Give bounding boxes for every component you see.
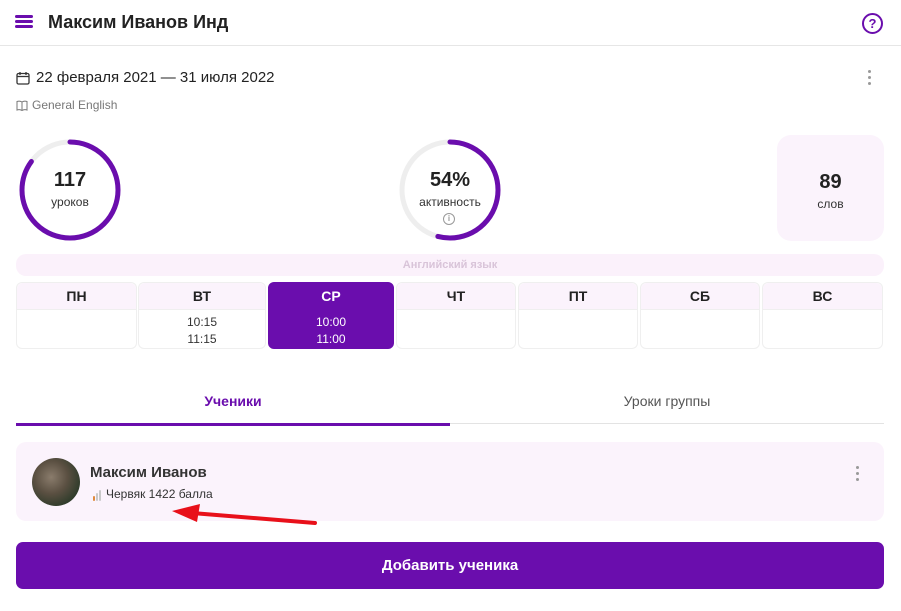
rank-level-icon	[93, 490, 101, 501]
day-label: СБ	[641, 283, 759, 310]
lesson-end-time: 11:15	[187, 332, 217, 346]
student-name: Максим Иванов	[90, 464, 207, 481]
course-name-text: General English	[32, 98, 118, 112]
day-sun[interactable]: ВС	[762, 282, 883, 349]
calendar-icon	[16, 71, 30, 85]
day-fri[interactable]: ПТ	[518, 282, 638, 349]
lessons-label: уроков	[51, 195, 89, 209]
lessons-count: 117	[53, 169, 87, 191]
course-name: General English	[16, 98, 117, 112]
activity-percent: 54%	[429, 169, 471, 191]
add-student-button[interactable]: Добавить ученика	[16, 542, 884, 589]
activity-stat: 54% активность i	[397, 137, 503, 243]
annotation-arrow	[172, 504, 317, 525]
date-range-text: 22 февраля 2021 — 31 июля 2022	[36, 69, 275, 86]
tab-students[interactable]: Ученики	[16, 380, 450, 426]
lesson-start-time: 10:00	[315, 315, 347, 329]
student-rank: Червяк 1422 балла	[93, 487, 213, 501]
info-icon[interactable]: i	[443, 213, 455, 225]
date-range: 22 февраля 2021 — 31 июля 2022	[16, 69, 275, 86]
day-label: ПТ	[519, 283, 637, 310]
day-label: ВТ	[139, 283, 265, 310]
day-label: ВС	[763, 283, 882, 310]
day-label: ЧТ	[397, 283, 515, 310]
lesson-start-time: 10:15	[186, 315, 218, 329]
menu-icon[interactable]	[15, 15, 33, 29]
student-more-icon[interactable]	[850, 466, 864, 486]
lesson-end-time: 11:00	[316, 332, 346, 346]
book-icon	[16, 100, 28, 111]
day-tue[interactable]: ВТ 10:15 11:15	[138, 282, 266, 349]
day-thu[interactable]: ЧТ	[396, 282, 516, 349]
lessons-stat: 117 уроков	[17, 137, 123, 243]
day-sat[interactable]: СБ	[640, 282, 760, 349]
day-mon[interactable]: ПН	[16, 282, 137, 349]
student-card[interactable]: Максим Иванов Червяк 1422 балла	[16, 442, 884, 521]
top-bar: Максим Иванов Инд ?	[0, 0, 901, 46]
activity-label: активность	[419, 195, 481, 209]
tab-group-lessons[interactable]: Уроки группы	[450, 380, 884, 424]
student-rank-text: Червяк 1422 балла	[106, 487, 213, 501]
avatar	[32, 458, 80, 506]
day-label: ПН	[17, 283, 136, 310]
help-icon[interactable]: ?	[862, 13, 883, 34]
day-label: СР	[269, 283, 393, 310]
page-title: Максим Иванов Инд	[48, 12, 229, 32]
words-stat: 89 слов	[777, 135, 884, 241]
schedule-language: Английский язык	[16, 254, 884, 276]
day-wed[interactable]: СР 10:00 11:00	[268, 282, 394, 349]
words-count: 89	[819, 171, 842, 193]
words-label: слов	[817, 197, 844, 211]
more-options-icon[interactable]	[862, 70, 876, 90]
